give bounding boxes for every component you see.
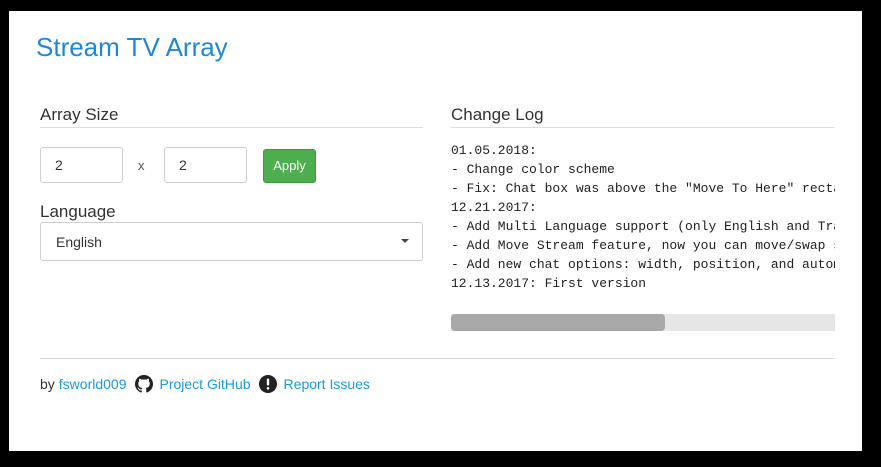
changelog-line: 12.21.2017: — [451, 200, 537, 215]
footer-divider — [40, 358, 835, 359]
changelog-line: - Add Multi Language support (only Engli… — [451, 219, 835, 234]
changelog-horizontal-scrollbar[interactable] — [451, 314, 835, 331]
changelog-content: 01.05.2018: - Change color scheme - Fix:… — [451, 141, 835, 301]
changelog-line: - Fix: Chat box was above the "Move To H… — [451, 181, 835, 196]
github-icon — [134, 375, 153, 393]
changelog-line: 01.05.2018: — [451, 143, 537, 158]
changelog-divider — [451, 127, 835, 128]
apply-button[interactable]: Apply — [263, 149, 316, 183]
language-selected-value: English — [56, 234, 102, 250]
array-size-divider — [40, 127, 423, 128]
times-separator: x — [138, 158, 145, 173]
report-issues-link[interactable]: Report Issues — [284, 376, 370, 392]
scrollbar-thumb[interactable] — [451, 314, 665, 331]
language-heading: Language — [40, 202, 116, 221]
caret-down-icon — [401, 239, 409, 243]
cols-input[interactable] — [164, 147, 247, 183]
rows-input[interactable] — [40, 147, 123, 183]
array-size-heading: Array Size — [40, 105, 119, 124]
language-select[interactable]: English — [40, 222, 423, 261]
changelog-line: - Add Move Stream feature, now you can m… — [451, 238, 835, 253]
changelog-line: - Add new chat options: width, position,… — [451, 257, 835, 272]
project-github-link[interactable]: Project GitHub — [160, 376, 251, 392]
exclamation-circle-icon — [258, 375, 277, 393]
author-link[interactable]: fsworld009 — [59, 376, 127, 392]
footer: by fsworld009 Project GitHub Report Issu… — [40, 373, 370, 395]
app-window: Stream TV Array Array Size x Apply Langu… — [9, 11, 862, 451]
changelog-heading: Change Log — [451, 105, 544, 124]
changelog-line: - Change color scheme — [451, 162, 615, 177]
page-title: Stream TV Array — [36, 32, 228, 62]
changelog-line: 12.13.2017: First version — [451, 276, 647, 291]
by-label: by — [40, 376, 55, 392]
